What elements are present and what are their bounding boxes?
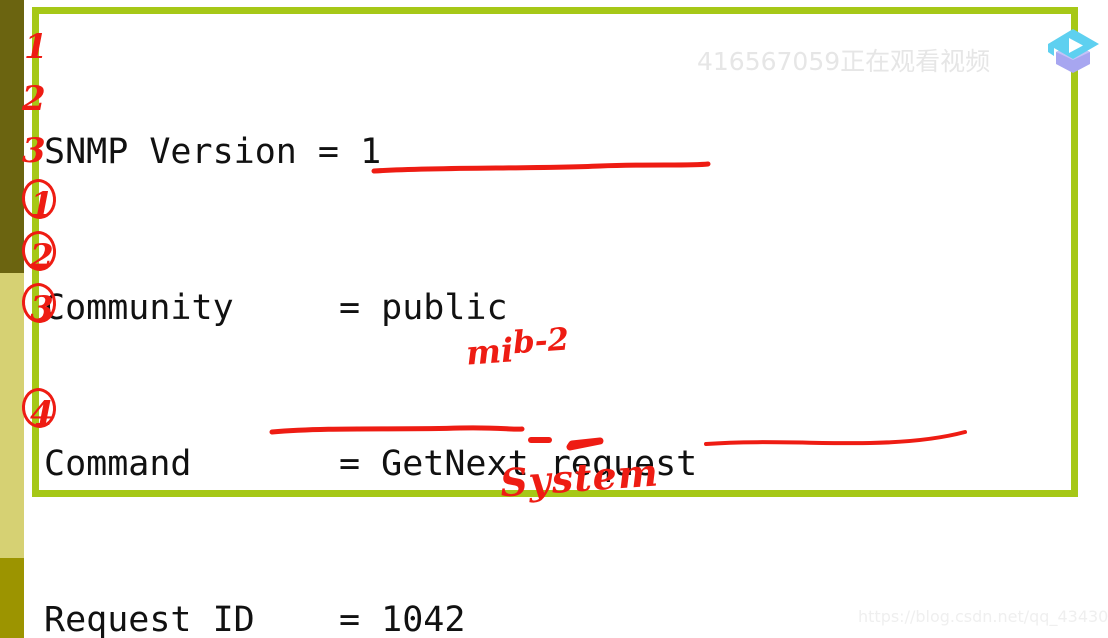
left-color-bar-middle [0,273,24,558]
code-line-community: Community = public [44,288,508,328]
left-color-bar-top [0,0,24,273]
left-color-bar-bottom [0,558,24,638]
blog-url-watermark: https://blog.csdn.net/qq_43430273 [858,607,1108,626]
code-line-snmp-version: SNMP Version = 1 [44,132,382,172]
graduation-cap-play-logo [1048,29,1099,73]
snmp-packet-text: SNMP Version = 1 Community = public Comm… [44,22,1064,638]
slide-screenshot: SNMP Version = 1 Community = public Comm… [0,0,1108,638]
code-line-command: Command = GetNext request [44,444,698,484]
viewer-notice-watermark: 416567059正在观看视频 [697,47,991,76]
